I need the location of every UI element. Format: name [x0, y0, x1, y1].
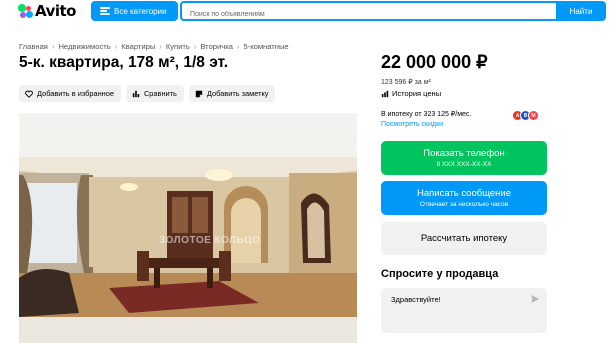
breadcrumb-item[interactable]: 5-комнатные: [243, 42, 288, 51]
compare-button[interactable]: Сравнить: [125, 85, 184, 102]
ask-seller-message: Здравствуйте!: [391, 295, 441, 304]
listing-title: 5-к. квартира, 178 м², 1/8 эт.: [19, 54, 229, 71]
mortgage-info: В ипотеку от 323 125 ₽/мес.: [381, 111, 472, 118]
breadcrumb-separator-icon: ›: [159, 42, 162, 51]
show-phone-label: Показать телефон: [423, 148, 505, 159]
bank-logo-icon: М: [528, 110, 539, 121]
price-history-label: История цены: [392, 89, 442, 98]
all-categories-button[interactable]: Все категории: [91, 1, 178, 21]
price: 22 000 000 ₽: [381, 52, 488, 72]
response-time: Отвечает за несколько часов: [419, 201, 509, 208]
breadcrumb-item[interactable]: Квартиры: [121, 42, 155, 51]
logo-text: Avito: [35, 2, 76, 20]
heart-icon: [25, 90, 33, 98]
add-note-button[interactable]: Добавить заметку: [188, 85, 276, 102]
photo-watermark: ЗОЛОТОЕ КОЛЬЦО: [159, 235, 261, 246]
breadcrumb-separator-icon: ›: [51, 42, 55, 51]
breadcrumb-item[interactable]: Вторичка: [200, 42, 233, 51]
breadcrumb-item[interactable]: Купить: [166, 42, 190, 51]
bank-logos: A В М: [512, 110, 539, 121]
add-favorite-button[interactable]: Добавить в избранное: [19, 85, 121, 102]
ask-seller-title: Спросите у продавца: [381, 268, 499, 280]
apartment-living-room-image: [19, 113, 357, 343]
menu-icon: [100, 7, 110, 15]
send-icon[interactable]: [530, 294, 540, 304]
price-history-link[interactable]: История цены: [381, 89, 441, 98]
price-history-icon: [381, 90, 389, 97]
ask-seller-input[interactable]: Здравствуйте!: [381, 288, 547, 333]
breadcrumb-item[interactable]: Главная: [19, 42, 48, 51]
avito-logo[interactable]: Avito: [18, 2, 76, 20]
find-button[interactable]: Найти: [556, 1, 606, 21]
add-note-label: Добавить заметку: [206, 89, 269, 98]
breadcrumb: Главная › Недвижимость › Квартиры › Купить › Вто…: [19, 42, 289, 51]
breadcrumb-separator-icon: ›: [236, 42, 240, 51]
breadcrumb-item[interactable]: Недвижимость: [58, 42, 110, 51]
show-phone-button[interactable]: Показать телефон 8 XXX XXX-XX-XX: [381, 141, 547, 175]
search-input[interactable]: [182, 6, 557, 23]
breadcrumb-separator-icon: ›: [114, 42, 118, 51]
main-photo[interactable]: ЗОЛОТОЕ КОЛЬЦО: [19, 113, 357, 343]
write-message-button[interactable]: Написать сообщение Отвечает за несколько…: [381, 181, 547, 215]
logo-dots-icon: [18, 3, 33, 19]
calculate-mortgage-button[interactable]: Рассчитать ипотеку: [381, 222, 547, 255]
write-message-label: Написать сообщение: [416, 188, 512, 199]
phone-masked: 8 XXX XXX-XX-XX: [436, 161, 492, 168]
compare-icon: [132, 90, 140, 97]
top-header: Avito Все категории Найти: [0, 0, 610, 23]
add-favorite-label: Добавить в избранное: [37, 89, 114, 98]
note-icon: [195, 90, 203, 97]
breadcrumb-separator-icon: ›: [193, 42, 197, 51]
price-per-m2: 123 596 ₽ за м²: [381, 79, 431, 86]
view-discounts-link[interactable]: Посмотреть скидки: [381, 121, 443, 128]
search-box: [180, 1, 559, 23]
compare-label: Сравнить: [143, 89, 177, 98]
all-categories-label: Все категории: [114, 6, 167, 16]
listing-actions: Добавить в избранное Сравнить Добавить з…: [19, 85, 276, 102]
